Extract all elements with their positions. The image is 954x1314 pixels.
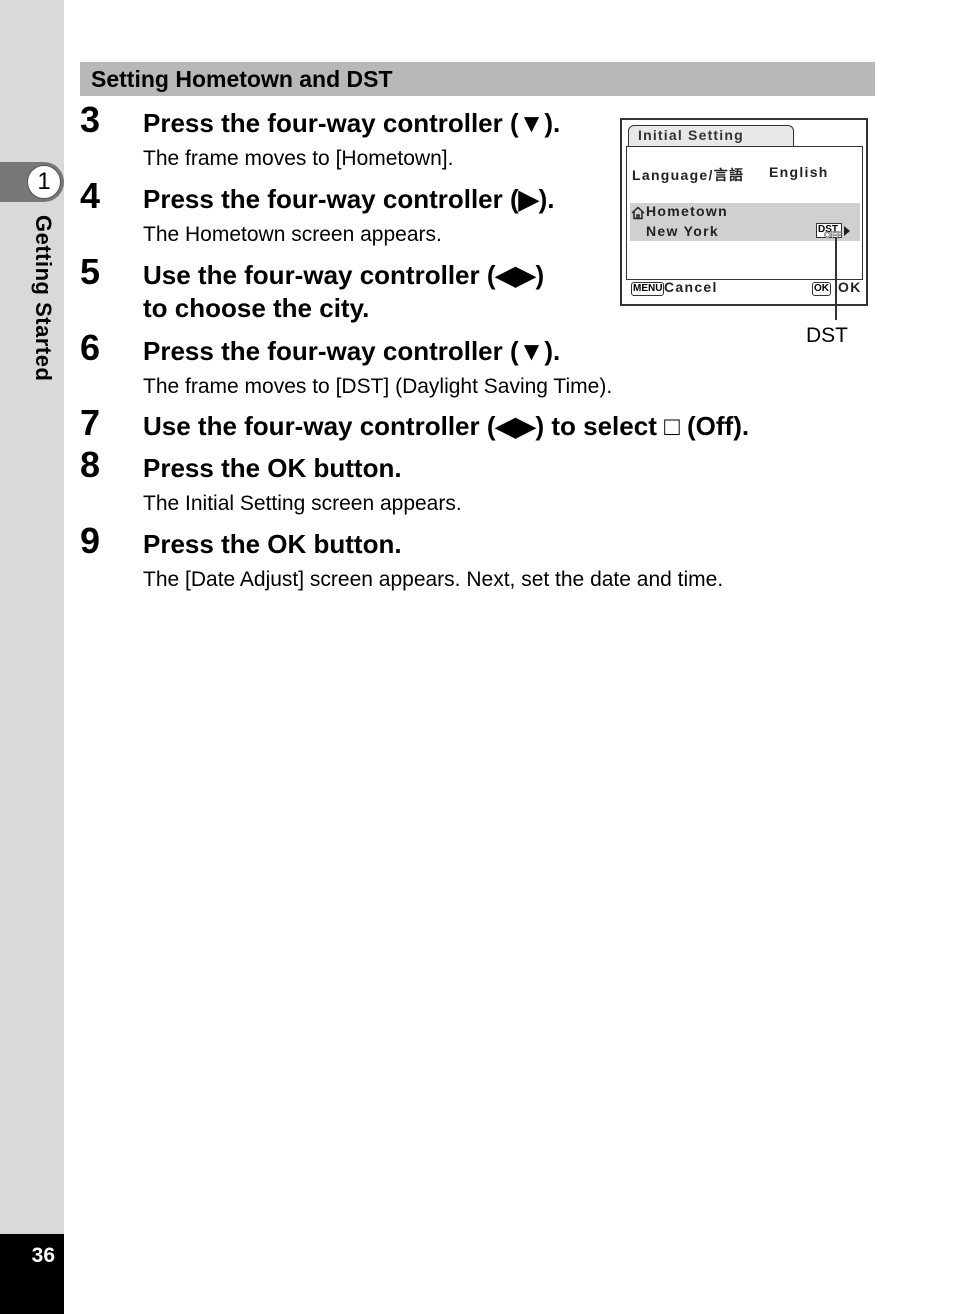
screen-tab-title: Initial Setting: [638, 127, 744, 143]
step-description: The frame moves to [Hometown].: [143, 147, 454, 170]
step-title: Press the four-way controller (▼).: [143, 108, 561, 138]
step-title: Press the OK button.: [143, 453, 402, 483]
step-title: Press the four-way controller (▼).: [143, 336, 561, 366]
step-number: 7: [80, 402, 101, 443]
dst-state: OFF: [824, 230, 843, 241]
language-label: Language/言語: [632, 167, 745, 183]
step-number: 8: [80, 444, 101, 485]
cancel-label: Cancel: [664, 279, 718, 295]
step-number: 3: [80, 99, 101, 140]
section-title: Setting Hometown and DST: [91, 66, 393, 92]
step-title-continued: to choose the city.: [143, 293, 370, 323]
step-title: Press the four-way controller (▶).: [143, 184, 555, 214]
page-number: 36: [31, 1244, 55, 1267]
step-description: The Initial Setting screen appears.: [143, 492, 462, 515]
house-icon: [631, 206, 645, 220]
step-number: 9: [80, 520, 101, 561]
chapter-title: Getting Started: [31, 215, 56, 382]
language-value: English: [769, 164, 829, 180]
step-number: 4: [80, 175, 101, 216]
right-arrow-icon: [844, 226, 850, 236]
step-number: 5: [80, 251, 101, 292]
chapter-number: 1: [27, 165, 61, 199]
step-title: Press the OK button.: [143, 529, 402, 559]
step-description: The Hometown screen appears.: [143, 223, 442, 246]
callout-dst-label: DST: [806, 324, 848, 347]
step-number: 6: [80, 327, 101, 368]
step-title: Use the four-way controller (◀▶): [143, 260, 545, 290]
ok-label: OK: [838, 279, 862, 295]
callout-leader-line: [835, 238, 837, 320]
step-description: The [Date Adjust] screen appears. Next, …: [143, 568, 724, 591]
section-header: Setting Hometown and DST: [80, 62, 875, 96]
hometown-label: Hometown: [646, 203, 728, 219]
menu-key-icon: MENU: [631, 282, 665, 296]
step-title: Use the four-way controller (◀▶) to sele…: [143, 411, 750, 441]
ok-key-icon: OK: [812, 282, 831, 296]
hometown-value: New York: [646, 223, 719, 239]
screen-tab: Initial Setting: [628, 125, 794, 147]
step-description: The frame moves to [DST] (Daylight Savin…: [143, 375, 613, 398]
